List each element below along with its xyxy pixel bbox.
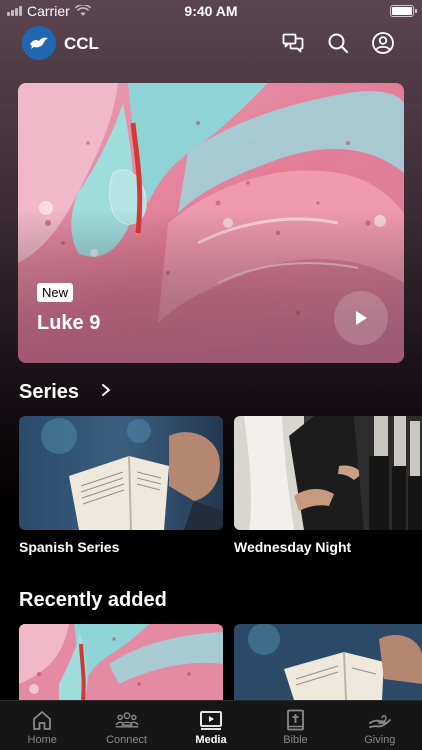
tab-home-label: Home xyxy=(27,734,57,746)
people-icon xyxy=(115,712,139,728)
tab-connect[interactable]: Connect xyxy=(84,701,168,750)
recent-card-bible[interactable] xyxy=(234,624,422,700)
home-icon xyxy=(33,711,52,730)
tab-bible-label: Bible xyxy=(283,734,308,746)
series-card-wednesday[interactable] xyxy=(234,416,422,530)
clock: 9:40 AM xyxy=(184,3,238,19)
play-button[interactable] xyxy=(334,291,388,345)
series-card-label: Spanish Series xyxy=(19,539,120,555)
status-bar: Carrier 9:40 AM xyxy=(0,0,422,22)
recently-added-title: Recently added xyxy=(19,589,167,611)
open-bible-image xyxy=(19,416,223,530)
brand-name: CCL xyxy=(64,34,99,53)
giving-icon xyxy=(368,715,391,728)
bible-icon xyxy=(287,709,305,731)
chevron-right-icon[interactable] xyxy=(99,383,113,397)
tab-media[interactable]: Media xyxy=(169,701,253,750)
featured-media-card[interactable]: New Luke 9 xyxy=(18,83,404,363)
series-card-spanish[interactable] xyxy=(19,416,223,530)
tab-media-label: Media xyxy=(195,734,227,746)
search-icon[interactable] xyxy=(326,31,350,55)
bottom-tab-bar: Home Connect Media Bible Giving xyxy=(0,700,422,750)
tab-connect-label: Connect xyxy=(106,734,148,746)
church-logo-icon[interactable] xyxy=(22,26,56,60)
play-icon xyxy=(356,311,367,325)
tab-giving[interactable]: Giving xyxy=(338,701,422,750)
series-title-label: Series xyxy=(19,381,80,403)
recent-card-luke[interactable] xyxy=(19,624,223,700)
tab-giving-label: Giving xyxy=(364,734,396,746)
media-icon xyxy=(200,711,222,730)
series-section-title[interactable]: Series xyxy=(19,381,113,404)
tab-bible[interactable]: Bible xyxy=(253,701,337,750)
recent-artwork xyxy=(19,624,223,700)
app-header: CCL xyxy=(0,26,422,62)
battery-icon xyxy=(390,5,417,17)
worship-image xyxy=(234,416,422,530)
chat-icon[interactable] xyxy=(281,31,305,55)
recent-bible-image xyxy=(234,624,422,700)
featured-title: Luke 9 xyxy=(37,312,101,334)
profile-icon[interactable] xyxy=(371,31,395,55)
series-card-label: Wednesday Night xyxy=(234,539,352,555)
tab-home[interactable]: Home xyxy=(0,701,84,750)
new-badge: New xyxy=(37,283,74,302)
